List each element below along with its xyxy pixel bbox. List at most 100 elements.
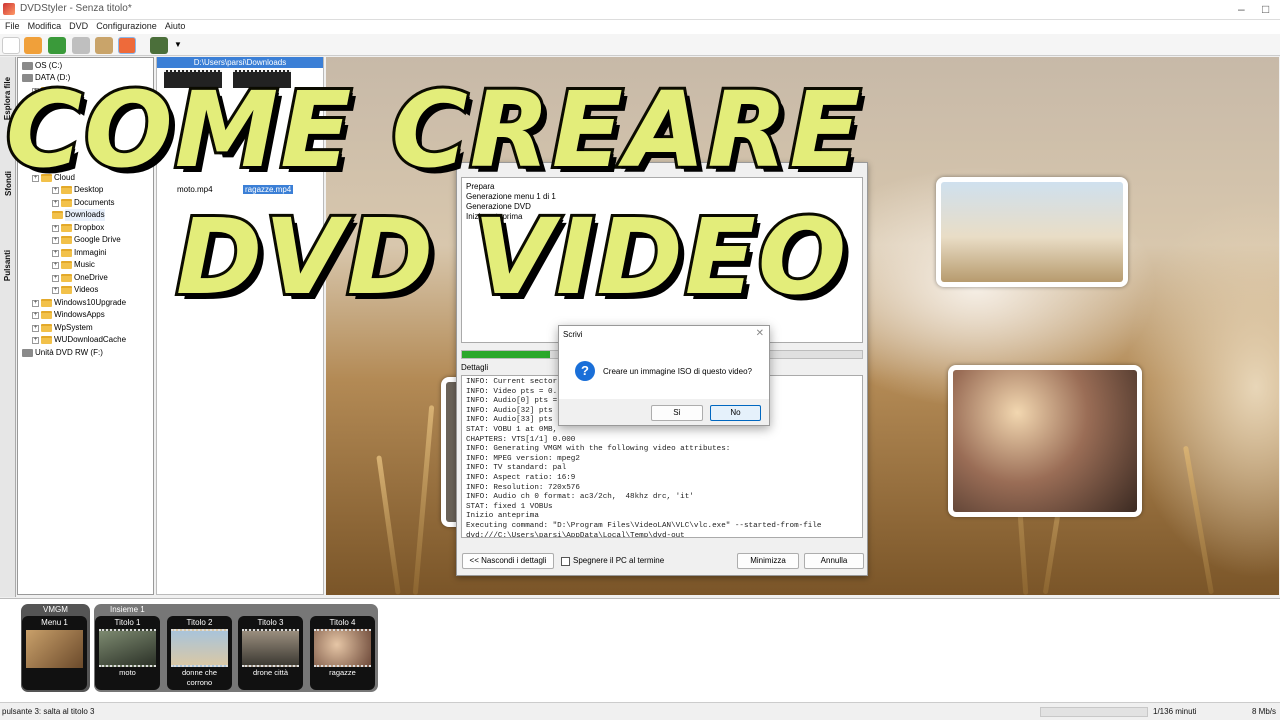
tree-item[interactable]: + OneDrive — [52, 272, 108, 284]
tree-item-label: Documents — [74, 198, 115, 207]
dvd-disc-icon[interactable] — [118, 37, 136, 54]
tree-item[interactable]: + Desktop — [52, 184, 103, 196]
title-caption: drone città — [252, 668, 289, 677]
expand-icon[interactable]: + — [32, 174, 39, 182]
expand-icon[interactable]: + — [52, 224, 59, 232]
expand-icon[interactable]: + — [52, 186, 59, 194]
save-icon[interactable] — [48, 37, 66, 54]
menu-button-frame-4[interactable] — [948, 365, 1142, 517]
no-button[interactable]: No — [710, 405, 761, 421]
log-line: Executing command: "D:\Program Files\Vid… — [466, 521, 822, 530]
progress-steps: Prepara Generazione menu 1 di 1 Generazi… — [461, 177, 863, 343]
step-label: Generazione DVD — [466, 202, 531, 211]
drive-icon — [22, 74, 33, 82]
tree-item[interactable]: Downloads — [52, 209, 105, 221]
timeline-title-3[interactable]: Titolo 3 drone città — [238, 616, 303, 690]
title-thumbnail — [171, 629, 228, 667]
timeline-menu-1[interactable]: Menu 1 — [22, 616, 87, 690]
menu-file[interactable]: File — [5, 20, 20, 32]
title-thumbnail — [242, 629, 299, 667]
shutdown-checkbox[interactable] — [561, 556, 570, 566]
folder-icon — [61, 249, 72, 257]
tree-item-label: Unità DVD RW (F:) — [35, 348, 103, 357]
vmgm-header: VMGM — [43, 605, 68, 614]
new-file-icon[interactable] — [2, 37, 20, 54]
burn-icon[interactable] — [72, 37, 90, 54]
expand-icon[interactable]: + — [52, 236, 59, 244]
file-item-ragazze[interactable]: ragazze.mp4 — [243, 185, 294, 194]
maximize-icon[interactable]: □ — [1262, 2, 1269, 16]
folder-icon — [41, 324, 52, 332]
settings-tools-icon[interactable] — [95, 37, 113, 54]
dropdown-arrow-icon[interactable]: ▼ — [174, 40, 182, 49]
tree-item[interactable]: + Music — [52, 259, 95, 271]
timeline-title-1[interactable]: Titolo 1 moto — [95, 616, 160, 690]
expand-icon[interactable]: + — [52, 274, 59, 282]
tree-item[interactable]: Unità DVD RW (F:) — [22, 347, 103, 359]
expand-icon[interactable]: + — [32, 336, 39, 344]
expand-icon[interactable]: + — [52, 286, 59, 294]
folder-icon — [41, 174, 52, 182]
tree-item[interactable]: + Immagini — [52, 247, 106, 259]
tree-item[interactable]: + Videos — [52, 284, 98, 296]
tree-item[interactable]: + WindowsApps — [32, 309, 105, 321]
video-thumbnail-ragazze[interactable] — [233, 70, 291, 88]
menu-thumbnail — [26, 630, 83, 668]
menu-dvd[interactable]: DVD — [69, 20, 88, 32]
hide-details-button[interactable]: << Nascondi i dettagli — [462, 553, 554, 569]
expand-icon[interactable]: + — [32, 324, 39, 332]
yes-button[interactable]: Sì — [651, 405, 703, 421]
tree-item-label: Delive — [54, 86, 77, 95]
close-icon[interactable]: ✕ — [756, 328, 764, 339]
tree-item[interactable]: DATA (D:) — [22, 72, 70, 84]
expand-icon[interactable]: + — [52, 199, 59, 207]
log-line: INFO: TV standard: pal — [466, 464, 567, 473]
minimize-button[interactable]: Minimizza — [737, 553, 799, 569]
step-label: Generazione menu 1 di 1 — [466, 192, 556, 201]
expand-icon[interactable]: + — [52, 261, 59, 269]
dialog-title: Scrivi — [563, 330, 583, 339]
folder-icon — [41, 336, 52, 344]
title-thumbnail — [99, 629, 156, 667]
tree-item[interactable]: OS (C:) — [22, 60, 62, 72]
log-line: INFO: Audio ch 0 format: ac3/2ch, 48khz … — [466, 493, 694, 502]
tree-item-label: Music — [74, 260, 95, 269]
tab-esplora-file[interactable]: Esplora file — [0, 71, 16, 125]
folder-icon — [41, 311, 52, 319]
tree-item[interactable]: + Documents — [52, 197, 114, 209]
tree-item-label: Desktop — [74, 185, 104, 194]
timeline-title-2[interactable]: Titolo 2 donne che corrono — [167, 616, 232, 690]
timeline-title-4[interactable]: Titolo 4 ragazze — [310, 616, 375, 690]
menu-modifica[interactable]: Modifica — [28, 20, 62, 32]
expand-icon[interactable]: + — [32, 87, 39, 95]
tree-item-label: Downloads — [65, 209, 105, 221]
shutdown-option[interactable]: Spegnere il PC al termine — [561, 556, 664, 566]
tree-item-label: Google Drive — [74, 235, 121, 244]
tree-item-label: WpSystem — [54, 323, 93, 332]
add-file-icon[interactable] — [150, 37, 168, 54]
menu-button-frame-2[interactable] — [936, 177, 1128, 287]
tree-item[interactable]: + Delive — [32, 85, 76, 97]
video-thumbnail-moto[interactable] — [164, 70, 222, 88]
cancel-button[interactable]: Annulla — [804, 553, 864, 569]
expand-icon[interactable]: + — [32, 299, 39, 307]
expand-icon[interactable]: + — [32, 311, 39, 319]
tab-sfondi[interactable]: Sfondi — [0, 165, 16, 201]
menu-configurazione[interactable]: Configurazione — [96, 20, 157, 32]
tree-item[interactable]: + Cloud — [32, 172, 75, 184]
tree-item[interactable]: + Google Drive — [52, 234, 121, 246]
menu-aiuto[interactable]: Aiuto — [165, 20, 186, 32]
progress-fill — [462, 351, 550, 358]
tree-item[interactable]: + Windows10Upgrade — [32, 297, 126, 309]
folder-icon — [61, 224, 72, 232]
tree-item[interactable]: + WUDownloadCache — [32, 334, 126, 346]
title-label: Titolo 1 — [114, 618, 141, 627]
expand-icon[interactable]: + — [52, 249, 59, 257]
tab-pulsanti[interactable]: Pulsanti — [0, 243, 16, 287]
open-folder-icon[interactable] — [24, 37, 42, 54]
file-item-moto[interactable]: moto.mp4 — [177, 185, 213, 194]
minimize-icon[interactable]: – — [1238, 2, 1245, 16]
log-line: INFO: Aspect ratio: 16:9 — [466, 473, 576, 482]
tree-item[interactable]: + WpSystem — [32, 322, 93, 334]
tree-item[interactable]: + Dropbox — [52, 222, 104, 234]
